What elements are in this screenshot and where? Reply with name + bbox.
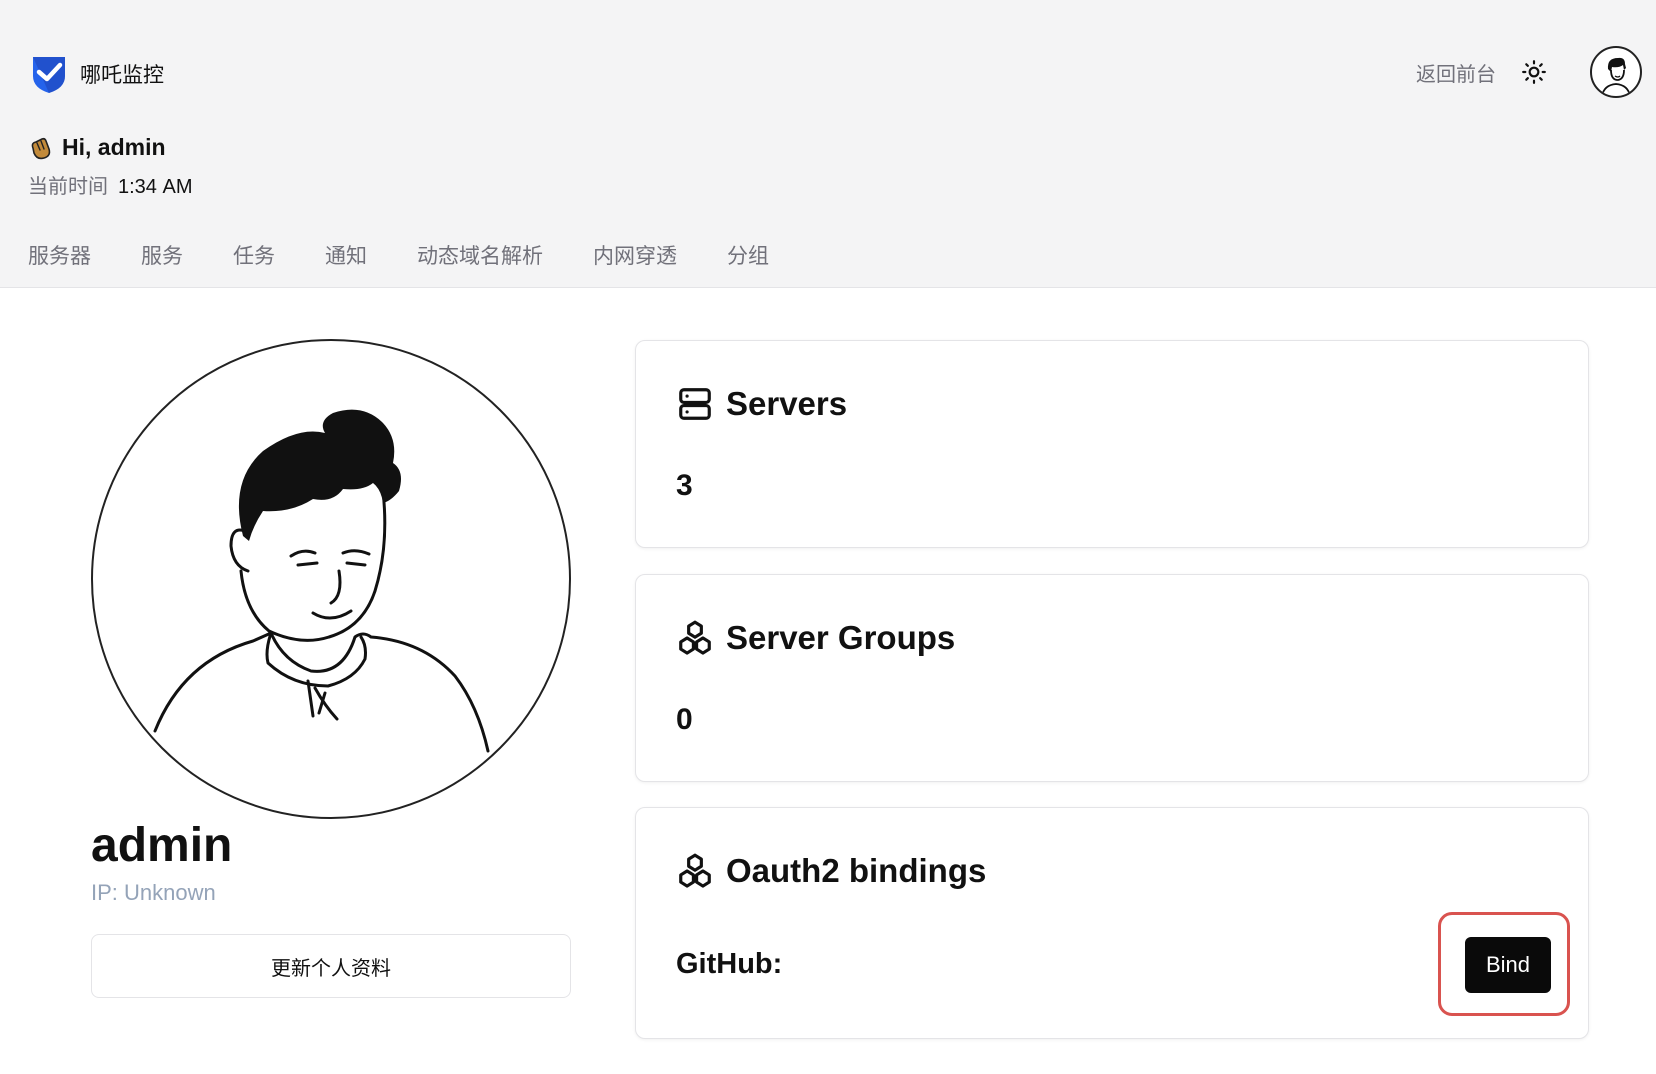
nav-item-ddns[interactable]: 动态域名解析 — [417, 240, 543, 270]
brand-name: 哪吒监控 — [80, 64, 164, 87]
back-to-frontend-link[interactable]: 返回前台 — [1416, 58, 1496, 87]
theme-toggle-button[interactable] — [1518, 56, 1550, 88]
bind-button-highlight: Bind — [1438, 912, 1570, 1016]
github-provider-label: GitHub: — [676, 948, 783, 980]
servers-card: Servers 3 — [635, 340, 1589, 548]
current-time-value: 1:34 AM — [118, 176, 193, 198]
shield-check-icon — [33, 57, 65, 93]
avatar — [1601, 57, 1631, 96]
current-time-label: 当前时间 — [28, 176, 108, 198]
bind-github-button[interactable]: Bind — [1465, 937, 1551, 993]
servers-count: 3 — [676, 469, 693, 502]
sun-icon — [1522, 60, 1546, 84]
nav-item-nat[interactable]: 内网穿透 — [593, 240, 677, 270]
brand[interactable]: 哪吒监控 — [30, 54, 164, 94]
greeting-text: Hi, admin — [62, 134, 166, 160]
update-profile-button[interactable]: 更新个人资料 — [91, 934, 571, 998]
user-avatar-button[interactable] — [1590, 46, 1642, 98]
profile-name: admin — [91, 819, 233, 872]
server-groups-count: 0 — [676, 703, 693, 736]
servers-card-title: Servers — [676, 385, 847, 423]
profile-ip: IP: Unknown — [91, 880, 216, 905]
nav-item-tasks[interactable]: 任务 — [233, 240, 275, 270]
waving-hand-icon — [31, 137, 51, 159]
oauth-card-title: Oauth2 bindings — [676, 852, 986, 890]
current-time: 当前时间 1:34 AM — [28, 170, 192, 199]
servers-card-heading: Servers — [726, 385, 848, 422]
app-header: 哪吒监控 返回前台 Hi, admin 当前时间 1:34 AM 服务器 服务 … — [0, 0, 1656, 288]
oauth-bindings-card: Oauth2 bindings GitHub: Bind — [635, 807, 1589, 1039]
profile-photo — [91, 339, 571, 819]
boxes-icon — [679, 853, 711, 888]
nav-item-servers[interactable]: 服务器 — [28, 240, 91, 270]
server-groups-card-title: Server Groups — [676, 619, 955, 657]
greeting: Hi, admin — [28, 134, 166, 161]
main-nav: 服务器 服务 任务 通知 动态域名解析 内网穿透 分组 — [28, 240, 769, 270]
nav-item-services[interactable]: 服务 — [141, 240, 183, 270]
nav-item-notifications[interactable]: 通知 — [325, 240, 367, 270]
header-actions: 返回前台 — [1416, 46, 1642, 98]
boxes-icon — [679, 620, 711, 655]
server-icon — [679, 388, 711, 420]
nav-item-groups[interactable]: 分组 — [727, 240, 769, 270]
oauth-card-heading: Oauth2 bindings — [726, 852, 987, 889]
server-groups-card: Server Groups 0 — [635, 574, 1589, 782]
profile-illustration — [153, 409, 490, 753]
server-groups-card-heading: Server Groups — [726, 619, 956, 656]
